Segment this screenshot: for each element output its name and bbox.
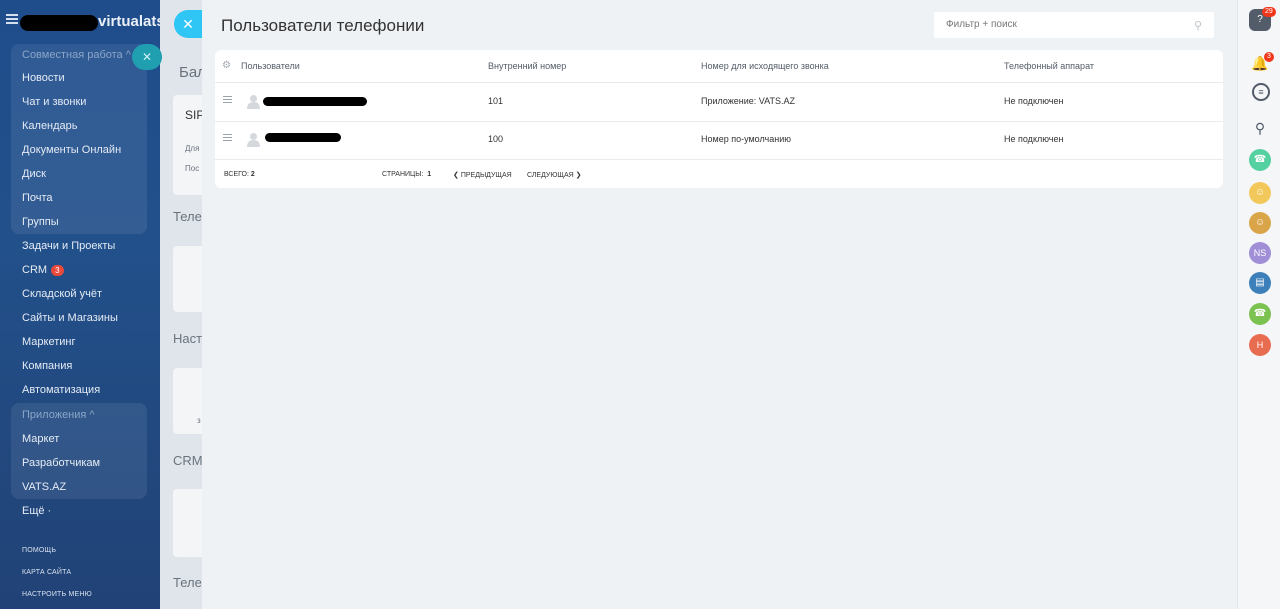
right-toolbar: ? 29 🔔 3 ≡ ⚲ ☎ ☺ ☺ NS ▤ ☎ H <box>1237 0 1280 609</box>
user-avatar-ns[interactable]: NS <box>1249 242 1271 264</box>
next-page-link[interactable]: Следующая ❯ <box>527 171 582 179</box>
table-footer: Всего: 2 Страницы: 1 ❮ Предыдущая Следую… <box>215 160 1223 188</box>
slider-close-button[interactable]: ✕ <box>174 10 202 38</box>
table-header: ⚙ Пользователи Внутренний номер Номер дл… <box>215 50 1223 83</box>
sidebar-item-documents[interactable]: Документы Онлайн <box>22 144 121 156</box>
sidebar-item-warehouse[interactable]: Складской учёт <box>22 288 102 300</box>
bg-text: Настр <box>173 331 202 346</box>
bg-text: CRM- <box>173 453 202 468</box>
sidebar-item-company[interactable]: Компания <box>22 360 72 372</box>
prev-page-link[interactable]: ❮ Предыдущая <box>453 171 512 179</box>
sidebar-item-groups[interactable]: Группы <box>22 216 59 228</box>
bg-card <box>173 246 202 312</box>
extension-cell: 101 <box>488 96 504 106</box>
column-header-outgoing[interactable]: Номер для исходящего звонка <box>701 61 829 71</box>
contact-avatar-icon[interactable]: ☺ <box>1249 212 1271 234</box>
crm-badge: 3 <box>51 264 64 276</box>
sidebar-item-marketing[interactable]: Маркетинг <box>22 336 75 348</box>
sidebar-item-news[interactable]: Новости <box>22 72 65 84</box>
phone-icon[interactable]: ☎ <box>1249 303 1271 325</box>
bg-text: Телеф <box>173 575 202 590</box>
extension-cell: 100 <box>488 134 504 144</box>
users-table: ⚙ Пользователи Внутренний номер Номер дл… <box>215 50 1223 188</box>
close-icon: ✕ <box>182 16 194 32</box>
sidebar-item-automation[interactable]: Автоматизация <box>22 384 100 396</box>
sidebar-item-market[interactable]: Маркет <box>22 433 59 445</box>
user-name-redacted[interactable] <box>265 133 341 142</box>
total-value: 2 <box>250 171 255 178</box>
search-icon[interactable]: ⚲ <box>1249 117 1271 139</box>
logo-redacted <box>20 15 98 31</box>
chevron-left-icon: ❮ <box>453 172 459 179</box>
column-header-users[interactable]: Пользователи <box>241 61 300 71</box>
bell-badge: 3 <box>1264 52 1274 62</box>
outgoing-number-cell: Номер по-умолчанию <box>701 134 791 144</box>
sidebar-item-more[interactable]: Ещё · <box>22 505 51 517</box>
close-icon: ✕ <box>141 50 153 64</box>
telephony-users-slider: Пользователи телефонии ⚲ ⚙ Пользователи … <box>202 0 1237 609</box>
bg-text: з <box>197 416 201 425</box>
column-header-device[interactable]: Телефонный аппарат <box>1004 61 1094 71</box>
bg-text: Пос <box>185 164 200 173</box>
table-row[interactable]: 101 Приложение: VATS.AZ Не подключен <box>215 83 1223 122</box>
row-menu-icon[interactable] <box>223 96 232 105</box>
sidebar-configure-menu-link[interactable]: настроить меню <box>22 591 92 598</box>
bg-text: Теле <box>173 209 202 224</box>
column-header-extension[interactable]: Внутренний номер <box>488 61 566 71</box>
outgoing-number-cell: Приложение: VATS.AZ <box>701 96 795 106</box>
search-icon[interactable]: ⚲ <box>1194 19 1202 32</box>
user-name-redacted[interactable] <box>263 97 367 106</box>
sidebar-item-crm[interactable]: CRM 3 <box>22 264 64 276</box>
group-chat-icon[interactable]: ▤ <box>1249 272 1271 294</box>
bg-text: Бал <box>179 64 202 81</box>
chevron-right-icon: ❯ <box>575 172 582 179</box>
menu-icon[interactable] <box>6 14 18 24</box>
user-avatar-icon <box>247 133 260 147</box>
pages-label: Страницы: <box>382 171 424 178</box>
user-avatar-icon <box>247 95 260 109</box>
left-sidebar: virtualats Совместная работа ^ Новости Ч… <box>0 0 165 609</box>
pagination-pages: Страницы: 1 <box>382 171 431 178</box>
page-title: Пользователи телефонии <box>221 16 425 35</box>
search-input[interactable] <box>944 18 1188 31</box>
sidebar-help-link[interactable]: помощь <box>22 547 56 554</box>
background-page: Бал SIP Для Пос Теле Настр з CRM- Телеф <box>160 0 202 609</box>
chat-icon[interactable]: ≡ <box>1252 83 1270 101</box>
bg-text: SIP <box>185 108 202 122</box>
sidebar-item-sites[interactable]: Сайты и Магазины <box>22 312 118 324</box>
page-number[interactable]: 1 <box>427 171 431 178</box>
bg-text: Для <box>185 144 200 153</box>
sidebar-sitemap-link[interactable]: карта сайта <box>22 569 71 576</box>
sidebar-item-mail[interactable]: Почта <box>22 192 53 204</box>
sidebar-item-tasks[interactable]: Задачи и Проекты <box>22 240 115 252</box>
sidebar-item-calendar[interactable]: Календарь <box>22 120 78 132</box>
total-count: Всего: 2 <box>224 171 255 178</box>
search-box[interactable]: ⚲ <box>934 12 1214 38</box>
contact-avatar-icon[interactable]: ☺ <box>1249 182 1271 204</box>
teal-action-button[interactable]: ✕ <box>132 44 162 70</box>
logo-text[interactable]: virtualats <box>98 13 165 30</box>
sidebar-group-header[interactable]: Совместная работа ^ <box>22 49 131 61</box>
sidebar-item-developers[interactable]: Разработчикам <box>22 457 100 469</box>
total-label: Всего: <box>224 171 249 178</box>
row-menu-icon[interactable] <box>223 134 232 143</box>
table-row[interactable]: 100 Номер по-умолчанию Не подключен <box>215 121 1223 160</box>
sidebar-item-label: CRM <box>22 264 48 276</box>
gear-icon[interactable]: ⚙ <box>222 60 231 71</box>
help-badge: 29 <box>1262 7 1276 17</box>
phone-icon[interactable]: ☎ <box>1249 149 1271 171</box>
device-cell: Не подключен <box>1004 134 1064 144</box>
sidebar-header: virtualats <box>0 0 165 44</box>
sidebar-item-chat[interactable]: Чат и звонки <box>22 96 86 108</box>
sidebar-item-vats[interactable]: VATS.AZ <box>22 481 66 493</box>
next-label: Следующая <box>527 172 574 179</box>
bg-card <box>173 489 202 557</box>
device-cell: Не подключен <box>1004 96 1064 106</box>
prev-label: Предыдущая <box>460 172 512 179</box>
sidebar-group-header-apps[interactable]: Приложения ^ <box>22 409 95 421</box>
sidebar-item-disk[interactable]: Диск <box>22 168 46 180</box>
user-avatar-h[interactable]: H <box>1249 334 1271 356</box>
